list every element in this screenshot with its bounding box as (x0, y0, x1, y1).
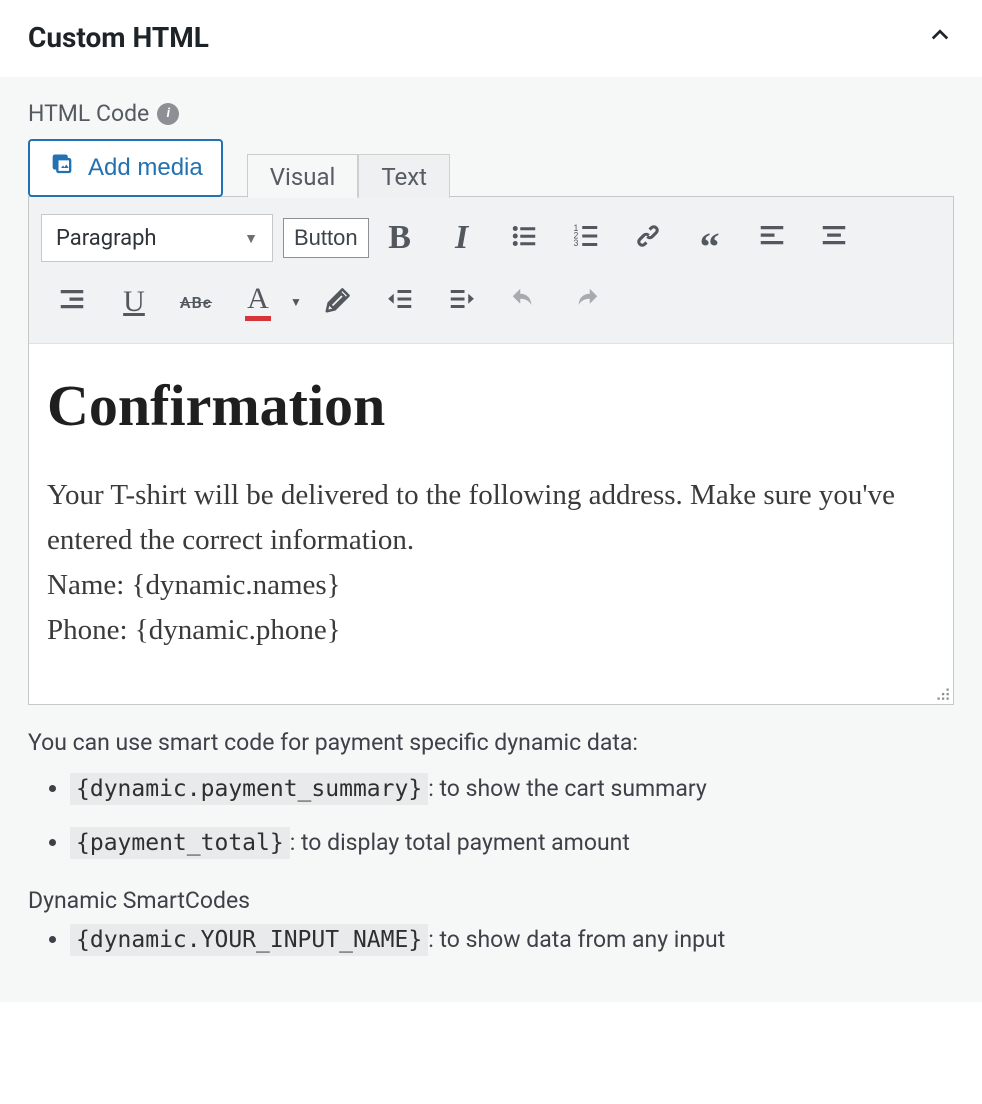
unordered-list-icon (509, 221, 539, 255)
clear-format-button[interactable] (307, 275, 369, 329)
underline-button[interactable]: U (103, 275, 165, 329)
ordered-list-icon: 123 (571, 221, 601, 255)
strikethrough-icon: ABє (180, 293, 212, 312)
smartcode: {dynamic.payment_summary} (70, 773, 428, 805)
content-line-2: Name: {dynamic.names} (47, 563, 935, 608)
panel-body: HTML Code i Add media Visual Text Paragr… (0, 77, 982, 1002)
help-subhead: Dynamic SmartCodes (28, 887, 954, 914)
editor-mode-tabs: Visual Text (247, 153, 450, 197)
underline-icon: U (123, 285, 145, 319)
align-left-icon (757, 221, 787, 255)
wysiwyg-editor: Paragraph ▼ Button B I 123 (28, 196, 954, 705)
list-item: {payment_total}: to display total paymen… (70, 823, 954, 863)
custom-html-panel: Custom HTML HTML Code i Add media Visual… (0, 0, 982, 1002)
content-line-1: Your T-shirt will be delivered to the fo… (47, 473, 935, 563)
resize-grip-icon[interactable] (933, 684, 951, 702)
ordered-list-button[interactable]: 123 (555, 211, 617, 265)
content-heading: Confirmation (47, 372, 935, 439)
help-intro: You can use smart code for payment speci… (28, 727, 954, 759)
tab-visual-label: Visual (270, 163, 336, 191)
editor-toolbar: Paragraph ▼ Button B I 123 (29, 197, 953, 344)
align-center-icon (819, 221, 849, 255)
editor-content-area[interactable]: Confirmation Your T-shirt will be delive… (29, 344, 953, 704)
chevron-up-icon[interactable] (926, 20, 954, 55)
bold-button[interactable]: B (369, 211, 431, 265)
info-icon[interactable]: i (157, 103, 179, 125)
tab-text[interactable]: Text (358, 154, 450, 198)
field-label: HTML Code (28, 100, 149, 127)
redo-icon (571, 285, 601, 319)
link-icon (633, 221, 663, 255)
toolbar-row-1: Paragraph ▼ Button B I 123 (41, 211, 941, 265)
text-color-button[interactable]: A (227, 275, 289, 329)
align-left-button[interactable] (741, 211, 803, 265)
italic-button[interactable]: I (431, 211, 493, 265)
undo-button[interactable] (493, 275, 555, 329)
indent-button[interactable] (431, 275, 493, 329)
clear-format-icon (323, 285, 353, 319)
text-color-icon: A (245, 284, 271, 321)
add-media-button[interactable]: Add media (28, 139, 223, 197)
text-color-dropdown[interactable]: ▼ (285, 295, 307, 309)
help-list-2: {dynamic.YOUR_INPUT_NAME}: to show data … (28, 920, 954, 960)
list-item: {dynamic.payment_summary}: to show the c… (70, 769, 954, 809)
panel-title: Custom HTML (28, 21, 209, 54)
bold-icon: B (388, 219, 411, 257)
content-line-3: Phone: {dynamic.phone} (47, 608, 935, 653)
format-select[interactable]: Paragraph ▼ (41, 214, 273, 262)
undo-icon (509, 285, 539, 319)
insert-button-button[interactable]: Button (283, 218, 369, 258)
blockquote-icon: “ (700, 223, 720, 253)
svg-text:3: 3 (573, 238, 578, 248)
unordered-list-button[interactable] (493, 211, 555, 265)
field-label-row: HTML Code i (28, 100, 954, 127)
smartcode: {payment_total} (70, 827, 290, 859)
tab-text-label: Text (381, 163, 427, 191)
format-select-value: Paragraph (56, 226, 157, 251)
tab-visual[interactable]: Visual (247, 154, 359, 198)
list-item: {dynamic.YOUR_INPUT_NAME}: to show data … (70, 920, 954, 960)
align-center-button[interactable] (803, 211, 865, 265)
indent-icon (447, 285, 477, 319)
smartcode-desc: : to show data from any input (428, 926, 725, 953)
italic-icon: I (455, 219, 468, 257)
link-button[interactable] (617, 211, 679, 265)
chevron-down-icon: ▼ (244, 230, 258, 247)
smartcode-desc: : to display total payment amount (290, 829, 630, 856)
toolbar-row-2: U ABє A ▼ (41, 275, 941, 329)
editor-top-controls: Add media Visual Text (28, 139, 954, 197)
outdent-icon (385, 285, 415, 319)
strikethrough-button[interactable]: ABє (165, 275, 227, 329)
smartcode: {dynamic.YOUR_INPUT_NAME} (70, 924, 428, 956)
add-media-label: Add media (88, 154, 203, 182)
help-list-1: {dynamic.payment_summary}: to show the c… (28, 769, 954, 863)
insert-button-label: Button (294, 225, 358, 250)
smartcode-desc: : to show the cart summary (428, 775, 707, 802)
blockquote-button[interactable]: “ (679, 211, 741, 265)
align-edge-button[interactable] (41, 275, 103, 329)
redo-button[interactable] (555, 275, 617, 329)
panel-header[interactable]: Custom HTML (0, 0, 982, 77)
align-edge-icon (57, 285, 87, 319)
media-icon (48, 151, 76, 186)
outdent-button[interactable] (369, 275, 431, 329)
